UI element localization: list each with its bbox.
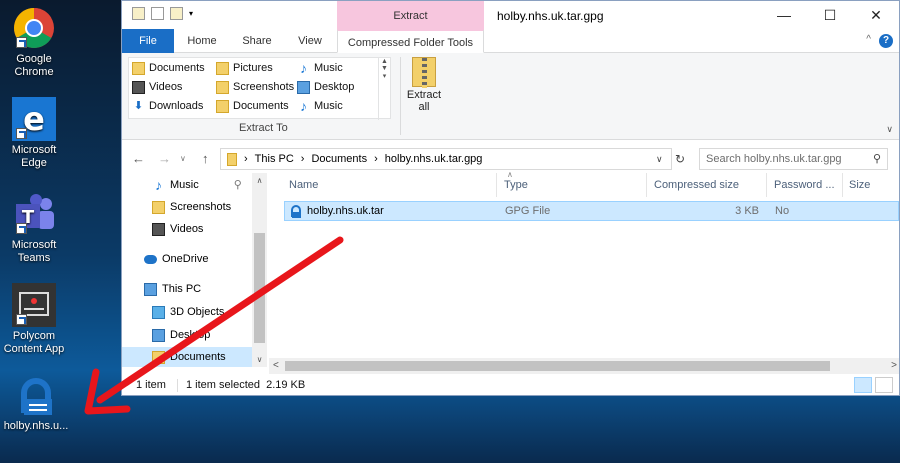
annotation-arrow	[84, 236, 344, 415]
